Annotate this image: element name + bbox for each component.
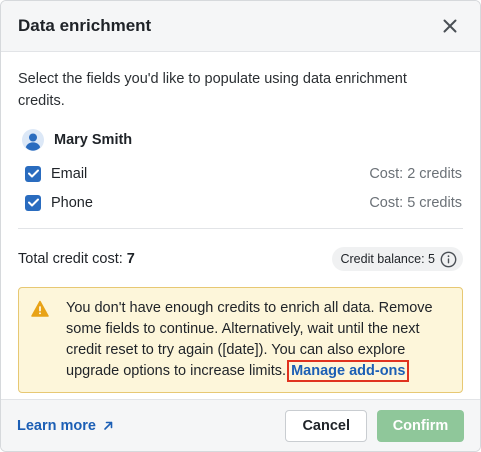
phone-checkbox[interactable] (25, 194, 41, 211)
credit-balance-badge: Credit balance: 5 (332, 247, 463, 271)
field-row-email: Email Cost: 2 credits (25, 159, 463, 188)
data-enrichment-dialog: Data enrichment Select the fields you'd … (0, 0, 481, 452)
credit-balance-label: Credit balance: 5 (340, 252, 435, 266)
checkmark-icon (27, 169, 39, 178)
divider (18, 228, 463, 229)
total-credit-cost: Total credit cost: 7 (18, 251, 135, 267)
phone-cost: Cost: 5 credits (369, 194, 462, 211)
dialog-body: Select the fields you'd like to populate… (1, 52, 480, 393)
learn-more-label: Learn more (17, 417, 96, 434)
email-checkbox[interactable] (25, 165, 41, 182)
close-button[interactable] (438, 14, 462, 38)
user-avatar-icon (22, 129, 44, 151)
total-label: Total credit cost: (18, 251, 123, 267)
close-icon (443, 19, 457, 33)
manage-add-ons-link[interactable]: Manage add-ons (287, 360, 410, 382)
person-name: Mary Smith (54, 132, 133, 148)
confirm-button[interactable]: Confirm (377, 409, 464, 442)
email-label: Email (51, 165, 88, 182)
total-row: Total credit cost: 7 Credit balance: 5 (18, 246, 463, 272)
dialog-header: Data enrichment (1, 1, 480, 52)
phone-label: Phone (51, 194, 93, 211)
dialog-title: Data enrichment (18, 16, 152, 35)
email-cost: Cost: 2 credits (369, 165, 462, 182)
warning-text: You don't have enough credits to enrich … (66, 298, 436, 382)
cancel-button[interactable]: Cancel (285, 409, 367, 442)
learn-more-link[interactable]: Learn more (17, 418, 114, 434)
total-value: 7 (126, 251, 135, 267)
intro-text: Select the fields you'd like to populate… (18, 71, 407, 109)
field-row-phone: Phone Cost: 5 credits (25, 188, 463, 217)
warning-triangle-icon (31, 300, 49, 317)
external-link-icon (104, 421, 113, 430)
warning-banner: You don't have enough credits to enrich … (18, 287, 463, 393)
dialog-footer: Learn more Cancel Confirm (1, 399, 480, 451)
checkmark-icon (27, 198, 39, 207)
info-icon[interactable] (440, 251, 457, 268)
footer-actions: Cancel Confirm (285, 409, 464, 442)
person-row: Mary Smith (18, 128, 463, 152)
